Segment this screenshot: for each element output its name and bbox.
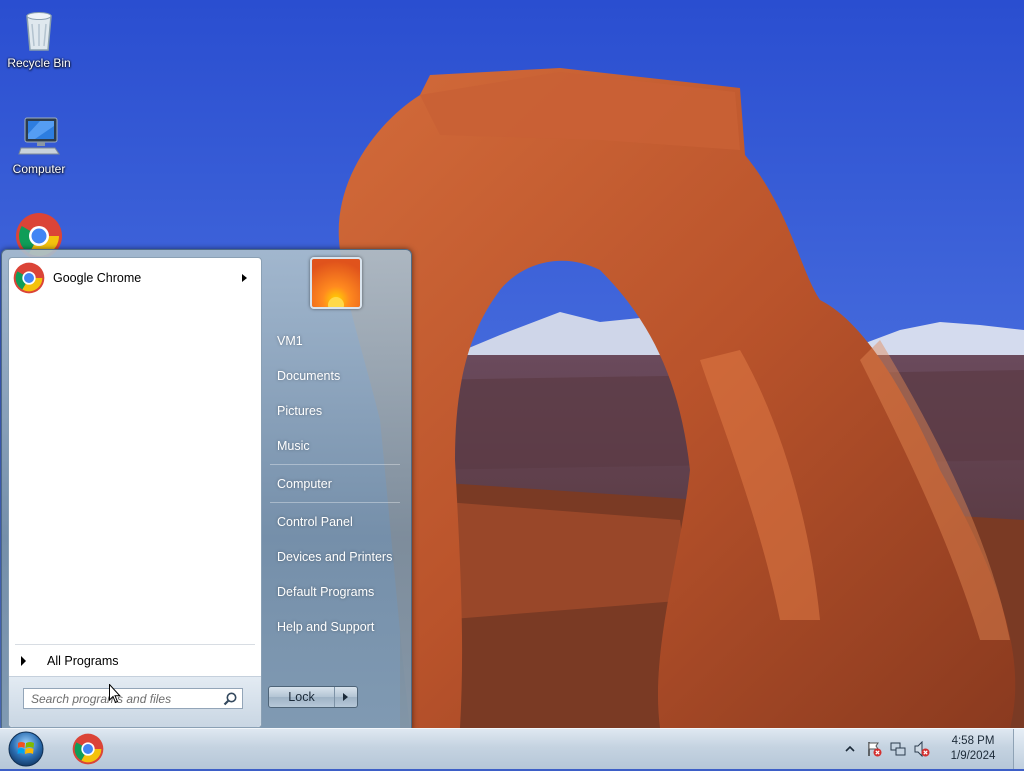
recycle-bin-icon — [15, 6, 63, 54]
taskbar: 4:58 PM 1/9/2024 — [0, 728, 1024, 769]
search-icon[interactable] — [222, 691, 238, 707]
start-menu: Google Chrome All Programs Search progra… — [1, 249, 412, 730]
expand-arrow-icon — [21, 656, 26, 666]
desktop-icon-label: Computer — [12, 162, 66, 176]
start-item-documents[interactable]: Documents — [268, 362, 404, 390]
mouse-cursor-icon — [109, 683, 121, 704]
divider — [15, 644, 255, 645]
search-box[interactable] — [23, 688, 243, 709]
divider — [270, 464, 400, 465]
action-center-flag-icon[interactable] — [866, 741, 882, 757]
lock-button-group: Lock — [268, 686, 358, 708]
start-item-user-folder[interactable]: VM1 — [268, 327, 404, 355]
desktop-icon-label: Recycle Bin — [7, 56, 71, 70]
lock-button[interactable]: Lock — [269, 687, 335, 707]
desktop-icon-recycle-bin[interactable]: Recycle Bin — [0, 6, 78, 70]
start-item-control-panel[interactable]: Control Panel — [268, 508, 404, 536]
system-clock[interactable]: 4:58 PM 1/9/2024 — [937, 734, 1009, 764]
computer-icon — [15, 112, 63, 160]
all-programs-button[interactable]: All Programs — [13, 649, 255, 673]
start-item-devices-and-printers[interactable]: Devices and Printers — [268, 543, 404, 571]
start-menu-programs-pane: Google Chrome All Programs — [8, 257, 262, 728]
start-menu-places-pane: VM1 Documents Pictures Music Computer Co… — [262, 250, 411, 729]
start-item-computer[interactable]: Computer — [268, 470, 404, 498]
show-hidden-icons-chevron-icon[interactable] — [844, 743, 860, 759]
taskbar-chrome-button[interactable] — [68, 731, 108, 767]
start-item-music[interactable]: Music — [268, 432, 404, 460]
network-icon[interactable] — [890, 741, 906, 757]
submenu-arrow-icon[interactable] — [242, 274, 247, 282]
chrome-icon — [72, 733, 104, 768]
program-label: Google Chrome — [53, 271, 142, 285]
search-input[interactable] — [24, 689, 222, 708]
desktop-icon-computer[interactable]: Computer — [0, 112, 78, 176]
start-item-default-programs[interactable]: Default Programs — [268, 578, 404, 606]
start-item-pictures[interactable]: Pictures — [268, 397, 404, 425]
chrome-icon — [13, 262, 45, 294]
show-desktop-button[interactable] — [1013, 729, 1024, 769]
shutdown-options-arrow-icon[interactable] — [335, 687, 357, 707]
clock-date: 1/9/2024 — [950, 750, 996, 762]
all-programs-label: All Programs — [47, 654, 119, 668]
start-program-google-chrome[interactable]: Google Chrome — [13, 262, 255, 294]
clock-time: 4:58 PM — [951, 735, 995, 747]
volume-muted-icon[interactable] — [914, 740, 930, 758]
search-area — [9, 676, 261, 727]
divider — [270, 502, 400, 503]
start-item-help-and-support[interactable]: Help and Support — [268, 613, 404, 641]
user-picture-flower[interactable] — [310, 257, 362, 309]
start-button-orb[interactable] — [6, 730, 46, 768]
